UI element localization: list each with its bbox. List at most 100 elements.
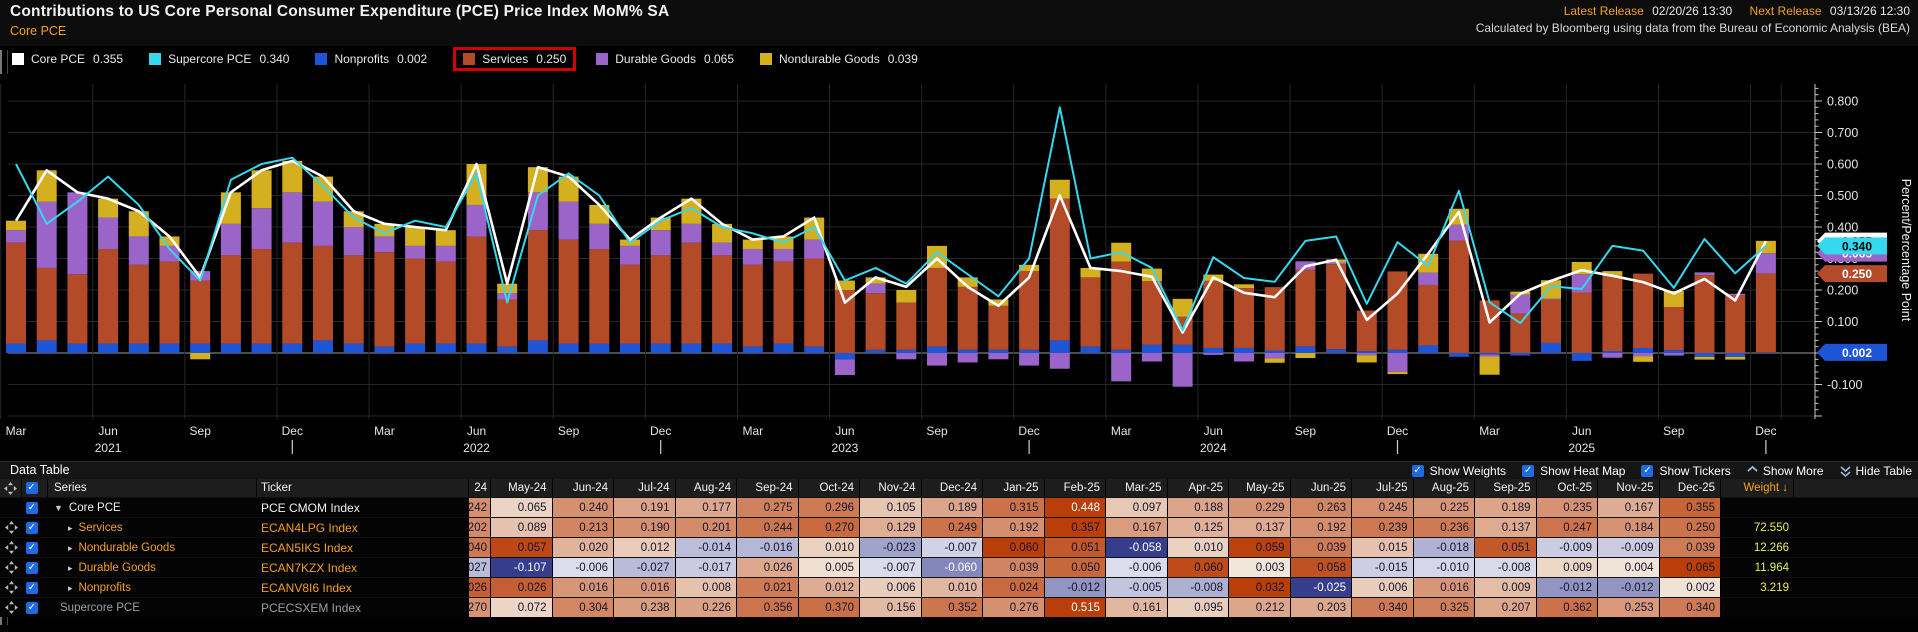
bar-segment-services[interactable] [712, 255, 732, 343]
control-show-heat-map[interactable]: ✓Show Heat Map [1522, 464, 1625, 478]
bar-segment-durable-goods[interactable] [98, 218, 118, 250]
column-header-series[interactable]: Series [48, 479, 257, 497]
bar-segment-nonprofits[interactable] [1602, 351, 1622, 353]
move-row-icon[interactable] [5, 521, 18, 534]
bar-segment-nonprofits[interactable] [129, 344, 149, 353]
bar-segment-durable-goods[interactable] [1173, 353, 1193, 387]
bar-segment-nonprofits[interactable] [497, 347, 517, 353]
bar-segment-durable-goods[interactable] [958, 353, 978, 362]
row-checkbox-cell[interactable]: ✓ [22, 562, 48, 574]
move-row-icon[interactable] [5, 581, 18, 594]
bar-segment-durable-goods[interactable] [743, 249, 763, 265]
bar-segment-durable-goods[interactable] [1695, 272, 1715, 275]
legend-item-services[interactable]: Services0.250 [453, 47, 576, 71]
checkbox-checked-icon[interactable]: ✓ [26, 602, 38, 614]
bar-segment-durable-goods[interactable] [313, 202, 333, 246]
line-supercore-pce[interactable] [16, 107, 1766, 330]
bar-segment-durable-goods[interactable] [835, 359, 855, 375]
legend-item-core-pce[interactable]: Core PCE0.355 [12, 52, 123, 66]
bar-segment-services[interactable] [1664, 307, 1684, 350]
bar-segment-nonprofits[interactable] [467, 344, 487, 353]
move-row-icon[interactable] [5, 561, 18, 574]
bar-segment-durable-goods[interactable] [988, 353, 1008, 359]
bar-segment-nonprofits[interactable] [160, 344, 180, 353]
left-edge-handle-top[interactable] [0, 50, 8, 74]
bar-segment-services[interactable] [221, 255, 241, 343]
column-header-may-24[interactable]: May-24 [491, 479, 553, 497]
bar-segment-services[interactable] [927, 268, 947, 347]
bar-segment-nondurable-goods[interactable] [1234, 284, 1254, 288]
bar-segment-durable-goods[interactable] [405, 246, 425, 259]
bar-segment-nondurable-goods[interactable] [1388, 372, 1408, 374]
bar-segment-nondurable-goods[interactable] [1725, 357, 1745, 360]
row-series-label[interactable]: ▸Nondurable Goods [48, 542, 257, 554]
bar-segment-durable-goods[interactable] [1357, 353, 1377, 355]
bar-segment-nonprofits[interactable] [1234, 348, 1254, 353]
bar-segment-durable-goods[interactable] [1203, 353, 1223, 355]
row-checkbox-cell[interactable]: ✓ [22, 582, 48, 594]
bar-segment-durable-goods[interactable] [651, 230, 671, 255]
bar-segment-services[interactable] [1326, 264, 1346, 349]
column-header-sep-25[interactable]: Sep-25 [1475, 479, 1537, 497]
bar-segment-nonprofits[interactable] [1633, 348, 1653, 353]
bar-segment-nondurable-goods[interactable] [896, 290, 916, 303]
expand-arrow-icon[interactable]: ▸ [68, 563, 73, 573]
bar-segment-durable-goods[interactable] [436, 246, 456, 262]
bar-segment-durable-goods[interactable] [620, 246, 640, 265]
bar-segment-durable-goods[interactable] [681, 224, 701, 243]
bar-segment-nonprofits[interactable] [651, 344, 671, 353]
bar-segment-nonprofits[interactable] [620, 344, 640, 353]
bar-segment-durable-goods[interactable] [344, 227, 364, 255]
row-checkbox-cell[interactable]: ✓ [22, 502, 48, 514]
bar-segment-nonprofits[interactable] [1050, 340, 1070, 353]
header-select-all-cell[interactable]: ✓ [22, 479, 48, 497]
bar-segment-nonprofits[interactable] [1173, 345, 1193, 353]
bar-segment-durable-goods[interactable] [1265, 353, 1285, 358]
bar-segment-durable-goods[interactable] [1480, 355, 1500, 357]
checkbox-checked-icon[interactable]: ✓ [1641, 465, 1653, 477]
bar-segment-services[interactable] [344, 255, 364, 343]
bar-segment-durable-goods[interactable] [927, 353, 947, 366]
bar-segment-services[interactable] [98, 249, 118, 343]
bar-segment-durable-goods[interactable] [374, 236, 394, 252]
bar-segment-durable-goods[interactable] [804, 240, 824, 259]
bar-segment-services[interactable] [651, 255, 671, 343]
bar-segment-services[interactable] [866, 293, 886, 350]
row-series-label[interactable]: Supercore PCE [48, 602, 257, 614]
column-header-dec-25[interactable]: Dec-25 [1660, 479, 1722, 497]
bar-segment-services[interactable] [129, 265, 149, 344]
bar-segment-durable-goods[interactable] [559, 202, 579, 240]
bar-segment-services[interactable] [1357, 310, 1377, 351]
column-header-jan-25[interactable]: Jan-25 [983, 479, 1045, 497]
bar-segment-services[interactable] [374, 252, 394, 347]
bar-segment-services[interactable] [1725, 295, 1745, 353]
checkbox-checked-icon[interactable]: ✓ [1412, 465, 1424, 477]
bar-segment-durable-goods[interactable] [1326, 263, 1346, 265]
column-header-apr-25[interactable]: Apr-25 [1168, 479, 1230, 497]
legend-item-supercore-pce[interactable]: Supercore PCE0.340 [149, 52, 289, 66]
bar-segment-services[interactable] [405, 259, 425, 344]
bar-segment-nonprofits[interactable] [282, 344, 302, 353]
bar-segment-durable-goods[interactable] [1234, 353, 1254, 362]
bar-segment-services[interactable] [497, 299, 517, 346]
bar-segment-services[interactable] [1541, 300, 1561, 343]
bar-segment-services[interactable] [1572, 293, 1592, 353]
bar-segment-durable-goods[interactable] [1050, 353, 1070, 369]
bar-segment-durable-goods[interactable] [1111, 353, 1131, 381]
row-move-handle[interactable] [0, 581, 22, 594]
bar-segment-nonprofits[interactable] [1510, 353, 1530, 356]
column-header-weight[interactable]: Weight ↓ [1721, 479, 1794, 497]
bar-segment-services[interactable] [528, 230, 548, 340]
row-checkbox-cell[interactable]: ✓ [22, 542, 48, 554]
bar-segment-services[interactable] [190, 281, 210, 344]
bar-segment-services[interactable] [1111, 262, 1131, 350]
bar-segment-services[interactable] [1234, 288, 1254, 348]
bar-segment-nonprofits[interactable] [559, 344, 579, 353]
bar-segment-durable-goods[interactable] [252, 208, 272, 249]
bar-segment-nonprofits[interactable] [774, 344, 794, 353]
column-header-sep-24[interactable]: Sep-24 [737, 479, 799, 497]
bar-segment-services[interactable] [282, 243, 302, 344]
bar-segment-durable-goods[interactable] [1602, 353, 1622, 358]
bar-segment-durable-goods[interactable] [1388, 353, 1408, 372]
bar-segment-nonprofits[interactable] [37, 340, 57, 353]
